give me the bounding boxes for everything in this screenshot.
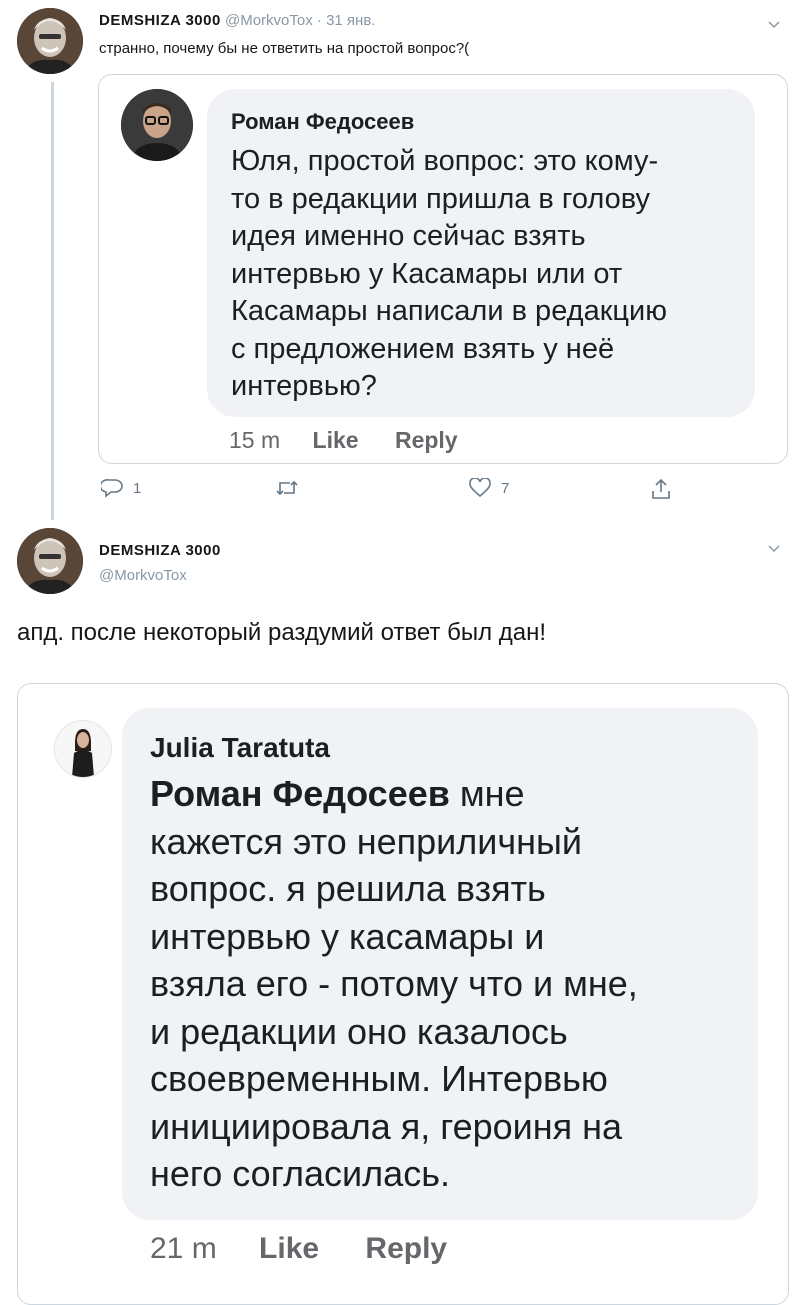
comment-time: 15 m [229, 427, 281, 453]
tweet-header: DEMSHIZA 3000 @MorkvoTox · 31 янв. [99, 12, 375, 29]
comment-line: интервью у касамары и [150, 915, 545, 957]
commenter-avatar [54, 720, 112, 778]
comment-meta: 21 m Like Reply [150, 1232, 447, 1266]
comment-line: то в редакции пришла в голову [231, 182, 650, 215]
reply-button[interactable]: 1 [101, 478, 141, 498]
comment-text: Роман Федосеев мне кажется это неприличн… [150, 770, 638, 1198]
separator: · [316, 12, 322, 29]
reply-count: 1 [133, 479, 142, 497]
like-count: 7 [501, 479, 510, 497]
comment-bubble: Julia Taratuta Роман Федосеев мне кажетс… [122, 708, 758, 1220]
comment-line: Юля, простой вопрос: это кому- [231, 145, 659, 177]
avatar[interactable] [17, 8, 83, 74]
comment-line: вопрос. я решила взять [150, 868, 546, 909]
author-name[interactable]: DEMSHIZA 3000 [99, 542, 221, 559]
comment-line: и редакции оно казалось [150, 1010, 568, 1052]
commenter-avatar [121, 89, 193, 161]
comment-line: идея именно сейчас взять [231, 220, 586, 252]
tweet-text: апд. после некоторый раздумий ответ был … [17, 619, 547, 646]
share-icon [652, 478, 670, 499]
comment-reply: Reply [365, 1232, 448, 1265]
attached-image[interactable]: Роман Федосеев Юля, простой вопрос: это … [98, 74, 788, 464]
comment-like: Like [312, 427, 359, 453]
comment-line: взяла его - потому что и мне, [150, 963, 638, 1004]
retweet-icon [276, 480, 298, 496]
chevron-down-icon[interactable] [768, 542, 780, 554]
comment-line: кажется это неприличный [150, 820, 582, 862]
tweet-date[interactable]: 31 янв. [326, 12, 375, 29]
comment-reply: Reply [394, 427, 458, 453]
tweet-actions: 1 7 [99, 478, 699, 502]
comment-line: интервью у Касамары или от [231, 257, 623, 290]
author-name[interactable]: DEMSHIZA 3000 [99, 12, 221, 29]
comment-line: него согласилась. [150, 1153, 450, 1194]
retweet-button[interactable] [275, 478, 309, 498]
thread-line [51, 82, 54, 520]
commenter-avatar-image [55, 721, 111, 777]
tweet-text: странно, почему бы не ответить на просто… [99, 40, 470, 57]
comment-line: своевременным. Интервью [150, 1058, 608, 1099]
comment-line-rest: мне [449, 773, 525, 814]
comment-author: Julia Taratuta [150, 732, 330, 763]
comment-time: 21 m [150, 1232, 217, 1265]
avatar-image [17, 528, 83, 594]
like-button[interactable]: 7 [469, 478, 509, 498]
chevron-down-icon[interactable] [768, 18, 780, 30]
commenter-avatar-image [121, 89, 193, 161]
comment-line: Касамары написали в редакцию [231, 295, 667, 327]
avatar[interactable] [17, 528, 83, 594]
comment-line: инициировала я, героиня на [150, 1105, 623, 1147]
comment-line: Роман Федосеев мне [150, 770, 638, 818]
share-button[interactable] [651, 478, 671, 500]
reply-icon [101, 479, 123, 498]
heart-icon [469, 478, 491, 498]
comment-like: Like [259, 1232, 320, 1265]
comment-author: Роман Федосеев [231, 109, 415, 134]
author-handle[interactable]: @MorkvoTox [99, 567, 187, 584]
mentioned-name: Роман Федосеев [150, 773, 450, 814]
avatar-image [17, 8, 83, 74]
comment-meta: 15 m Like Reply [229, 427, 458, 454]
comment-text: Юля, простой вопрос: это кому- то в реда… [231, 143, 667, 406]
comment-bubble: Роман Федосеев Юля, простой вопрос: это … [207, 89, 755, 417]
comment-line: интервью? [231, 370, 377, 402]
attached-image[interactable]: Julia Taratuta Роман Федосеев мне кажетс… [17, 683, 789, 1305]
author-handle[interactable]: @MorkvoTox [225, 12, 313, 29]
comment-line: с предложением взять у неё [231, 332, 615, 365]
